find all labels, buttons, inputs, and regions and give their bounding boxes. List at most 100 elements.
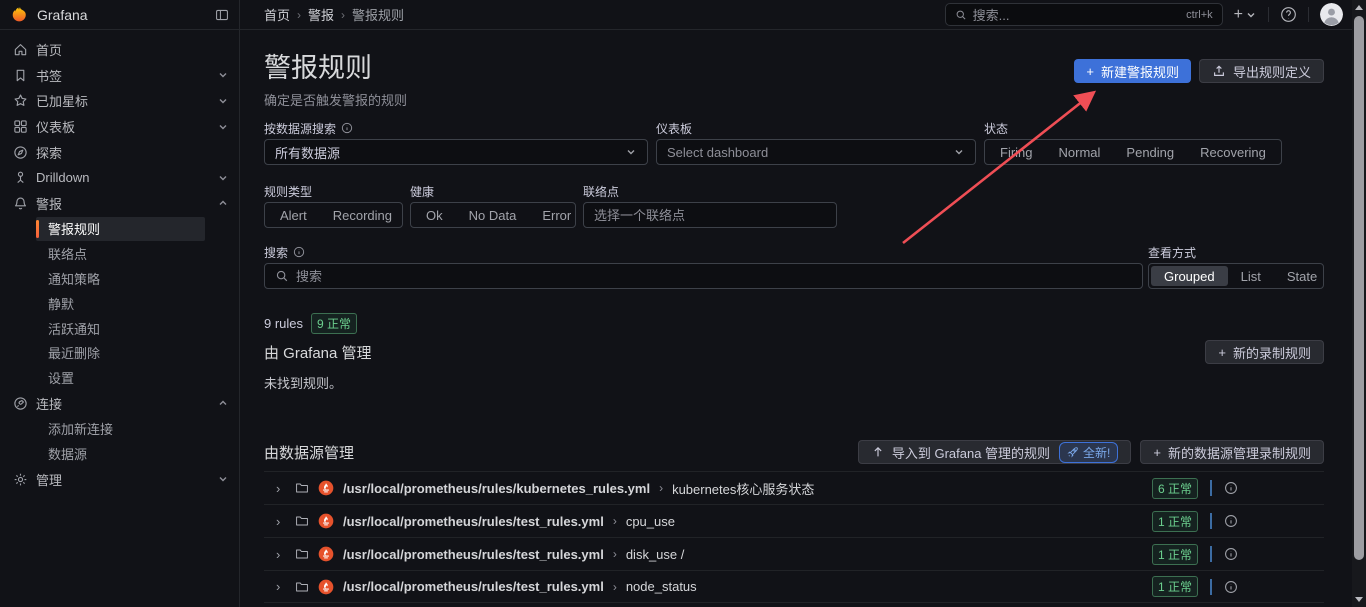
import-to-grafana-button[interactable]: 导入到 Grafana 管理的规则 全新! (857, 440, 1132, 464)
new-datasource-recording-rule-button[interactable]: + 新的数据源管理录制规则 (1140, 440, 1324, 464)
export-rule-definitions-button[interactable]: 导出规则定义 (1198, 59, 1324, 83)
new-alert-rule-button[interactable]: + 新建警报规则 (1074, 59, 1191, 83)
sidebar-item-drilldown[interactable]: Drilldown (0, 165, 239, 191)
prometheus-icon (318, 480, 334, 496)
info-icon[interactable] (341, 122, 353, 134)
rule-group-row[interactable]: › /usr/local/prometheus/rules/test_rules… (264, 504, 1324, 537)
sidebar-item-settings[interactable]: 设置 (36, 366, 205, 390)
new-menu-button[interactable]: + (1234, 6, 1257, 23)
expand-chevron-icon[interactable]: › (276, 547, 286, 562)
chevron-down-icon[interactable] (217, 473, 229, 485)
sidebar-item-data-sources[interactable]: 数据源 (36, 442, 205, 466)
rule-group-row[interactable]: › /usr/local/prometheus/rules/test_rules… (264, 570, 1324, 603)
rule-file-path[interactable]: /usr/local/prometheus/rules/test_rules.y… (343, 514, 604, 529)
sidebar-item-explore[interactable]: 探索 (0, 139, 239, 165)
rules-search-input[interactable] (264, 263, 1143, 289)
expand-chevron-icon[interactable]: › (276, 514, 286, 529)
folder-icon (295, 514, 309, 528)
sidebar-item-notification-policies[interactable]: 通知策略 (36, 267, 205, 291)
sidebar-item-alerting[interactable]: 警报 (0, 191, 239, 217)
expand-chevron-icon[interactable]: › (276, 579, 286, 594)
gear-icon (13, 472, 28, 487)
expand-chevron-icon[interactable]: › (276, 481, 286, 496)
info-icon[interactable] (1224, 580, 1238, 594)
info-icon[interactable] (1224, 481, 1238, 495)
breadcrumb-alerting[interactable]: 警报 (308, 5, 334, 24)
chevron-down-icon[interactable] (217, 69, 229, 81)
rule-group-name[interactable]: disk_use / (626, 547, 685, 562)
info-icon[interactable] (293, 246, 305, 258)
option-alert[interactable]: Alert (267, 205, 320, 225)
sidebar-item-dashboards[interactable]: 仪表板 (0, 114, 239, 140)
info-icon[interactable] (1224, 514, 1238, 528)
rule-group-row[interactable]: › /usr/local/prometheus/rules/test_rules… (264, 537, 1324, 570)
sidebar-item-connections[interactable]: 连接 (0, 391, 239, 417)
new-recording-rule-button[interactable]: + 新的录制规则 (1205, 340, 1324, 364)
option-normal[interactable]: Normal (1046, 142, 1114, 162)
dashboards-icon (13, 119, 28, 134)
sidebar-item-silences[interactable]: 静默 (36, 291, 205, 315)
user-avatar[interactable] (1320, 3, 1343, 26)
rule-group-name[interactable]: kubernetes核心服务状态 (672, 479, 814, 498)
sidebar-item-recently-deleted[interactable]: 最近删除 (36, 341, 205, 365)
option-grouped[interactable]: Grouped (1151, 266, 1228, 286)
sidebar-item-administration[interactable]: 管理 (0, 467, 239, 493)
chevron-down-icon[interactable] (217, 172, 229, 184)
sidebar-toggle-icon[interactable] (215, 8, 229, 22)
rule-file-path[interactable]: /usr/local/prometheus/rules/test_rules.y… (343, 579, 604, 594)
rule-file-path[interactable]: /usr/local/prometheus/rules/kubernetes_r… (343, 481, 650, 496)
ok-status-badge: 1 正常 (1151, 510, 1198, 532)
option-no-data[interactable]: No Data (456, 205, 530, 225)
rule-group-name[interactable]: cpu_use (626, 514, 675, 529)
rules-search-input-field[interactable] (296, 268, 1132, 284)
option-pending[interactable]: Pending (1113, 142, 1187, 162)
rocket-icon (1067, 446, 1079, 458)
grafana-logo-icon[interactable] (11, 6, 29, 24)
search-icon (955, 9, 967, 21)
rule-file-path[interactable]: /usr/local/prometheus/rules/test_rules.y… (343, 547, 604, 562)
rule-group-name[interactable]: node_status (626, 579, 697, 594)
option-ok[interactable]: Ok (413, 205, 456, 225)
breadcrumb-alert-rules: 警报规则 (352, 8, 405, 23)
chevron-down-icon[interactable] (217, 121, 229, 133)
chevron-up-icon[interactable] (217, 197, 229, 209)
search-icon (275, 269, 289, 283)
option-firing[interactable]: Firing (987, 142, 1046, 162)
breadcrumb: 首页 › 警报 › 警报规则 (240, 5, 404, 24)
divider (1210, 578, 1212, 595)
sidebar-item-starred[interactable]: 已加星标 (0, 88, 239, 114)
sidebar-item-home[interactable]: 首页 (0, 37, 239, 63)
chevron-up-icon[interactable] (217, 397, 229, 409)
sidebar-item-alert-rules[interactable]: 警报规则 (36, 216, 205, 241)
option-list[interactable]: List (1228, 266, 1274, 286)
vertical-scrollbar[interactable] (1352, 0, 1366, 607)
search-shortcut: ctrl+k (1186, 8, 1213, 21)
scroll-up-icon[interactable] (1355, 5, 1363, 10)
option-recording[interactable]: Recording (320, 205, 405, 225)
option-error[interactable]: Error (529, 205, 584, 225)
folder-icon (295, 547, 309, 561)
breadcrumb-home[interactable]: 首页 (264, 5, 290, 24)
option-state[interactable]: State (1274, 266, 1330, 286)
sidebar-item-contact-points[interactable]: 联络点 (36, 242, 205, 266)
contact-point-input[interactable] (583, 202, 837, 228)
global-search-input[interactable]: 搜索... ctrl+k (944, 3, 1223, 26)
sidebar-item-add-new-connection[interactable]: 添加新连接 (36, 417, 205, 441)
contact-point-input-field[interactable] (594, 207, 826, 223)
main-content: 警报规则 确定是否触发警报的规则 + 新建警报规则 导出规则定义 按数据源搜索 (240, 30, 1352, 607)
scrollbar-thumb[interactable] (1354, 16, 1364, 560)
help-button[interactable] (1280, 6, 1297, 23)
health-filter-label: 健康 (410, 184, 435, 199)
dashboard-select[interactable]: Select dashboard (656, 139, 976, 165)
health-filter-group: Ok No Data Error (410, 202, 576, 228)
rule-group-row[interactable]: › /usr/local/prometheus/rules/kubernetes… (264, 471, 1324, 504)
sidebar-item-bookmarks[interactable]: 书签 (0, 63, 239, 89)
chevron-down-icon[interactable] (217, 95, 229, 107)
prometheus-icon (318, 513, 334, 529)
datasource-select[interactable]: 所有数据源 (264, 139, 648, 165)
sidebar-item-active-notifications[interactable]: 活跃通知 (36, 316, 205, 340)
option-recovering[interactable]: Recovering (1187, 142, 1279, 162)
info-icon[interactable] (1224, 547, 1238, 561)
scroll-down-icon[interactable] (1355, 597, 1363, 602)
plus-icon: + (1086, 63, 1094, 79)
